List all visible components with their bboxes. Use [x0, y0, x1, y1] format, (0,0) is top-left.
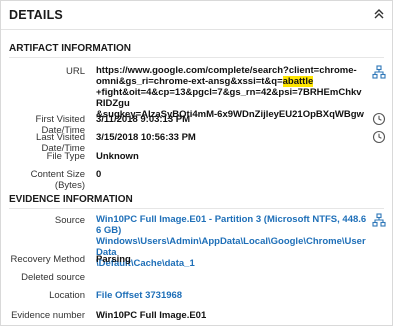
- location-link[interactable]: File Offset 3731968: [96, 290, 182, 301]
- evidence-section-divider: [9, 208, 384, 209]
- evidence-number-value: Win10PC Full Image.E01: [96, 310, 207, 321]
- file-type-value: Unknown: [96, 151, 139, 162]
- url-line-3: +fight&oit=4&cp=13&pgcl=7&gs_rn=42&psi=7…: [96, 87, 362, 109]
- recovery-method-value: Parsing: [96, 254, 131, 265]
- url-value[interactable]: https://www.google.com/complete/search?c…: [96, 65, 368, 120]
- source-line-1: Win10PC Full Image.E01 - Partition 3 (Mi…: [96, 214, 367, 236]
- first-visited-value: 3/11/2018 9:03:13 PM: [96, 114, 191, 125]
- source-line-2: Windows\Users\Admin\AppData\Local\Google…: [96, 236, 366, 258]
- url-line-2: omni&gs_ri=chrome-ext-ansg&xssi=t&q=: [96, 76, 283, 87]
- hierarchy-icon[interactable]: [372, 65, 386, 79]
- url-search-highlight: abattle: [282, 76, 314, 87]
- recovery-method-label: Recovery Method: [10, 254, 85, 265]
- artifact-section-title: ARTIFACT INFORMATION: [9, 43, 132, 54]
- evidence-number-label: Evidence number: [11, 310, 85, 321]
- file-type-label: File Type: [46, 151, 85, 162]
- details-title: DETAILS: [9, 8, 63, 22]
- source-link[interactable]: Win10PC Full Image.E01 - Partition 3 (Mi…: [96, 214, 368, 269]
- url-label: URL: [65, 66, 85, 77]
- evidence-section-title: EVIDENCE INFORMATION: [9, 194, 133, 205]
- hierarchy-icon[interactable]: [372, 213, 386, 227]
- last-visited-value: 3/15/2018 10:56:33 PM: [96, 132, 196, 143]
- content-size-label: Content Size (Bytes): [30, 169, 85, 191]
- source-label: Source: [54, 215, 85, 226]
- details-panel: DETAILS ARTIFACT INFORMATION URL https:/…: [0, 0, 393, 326]
- clock-icon[interactable]: [372, 112, 386, 126]
- clock-icon[interactable]: [372, 130, 386, 144]
- location-label: Location: [49, 290, 85, 301]
- url-line-1: https://www.google.com/complete/search?c…: [96, 65, 357, 76]
- deleted-source-label: Deleted source: [21, 272, 85, 283]
- details-header: DETAILS: [1, 1, 392, 30]
- artifact-section-divider: [9, 57, 384, 58]
- double-chevron-up-icon[interactable]: [372, 7, 386, 21]
- content-size-value: 0: [96, 169, 102, 180]
